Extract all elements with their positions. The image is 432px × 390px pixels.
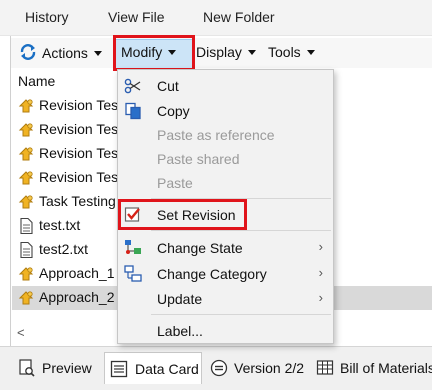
list-item-label: Approach_2 xyxy=(39,289,115,305)
list-item-label: test.txt xyxy=(39,217,81,233)
menu-item-set-revision[interactable]: Set Revision xyxy=(118,203,333,227)
item-hand-icon xyxy=(17,121,35,139)
bottom-tab-bar: Preview Data Card Version 2/2 Bill of Ma… xyxy=(0,346,432,390)
new-folder-menu[interactable]: New Folder xyxy=(203,9,275,25)
tab-preview[interactable]: Preview xyxy=(18,352,100,384)
item-hand-icon xyxy=(17,169,35,187)
menu-separator xyxy=(151,230,331,231)
menu-item-change-category[interactable]: Change Category › xyxy=(118,262,333,286)
name-column-header[interactable]: Name xyxy=(18,73,55,89)
menu-item-label-label: Label... xyxy=(157,323,203,339)
item-hand-icon xyxy=(17,265,35,283)
menu-item-cut[interactable]: Cut xyxy=(118,74,333,98)
chevron-down-icon xyxy=(168,50,177,55)
tools-label: Tools xyxy=(268,44,301,60)
state-flow-icon xyxy=(125,240,141,254)
list-item-label: Revision Tes xyxy=(39,169,119,185)
list-item-label: Revision Tes xyxy=(39,97,119,113)
menu-item-copy-label: Copy xyxy=(157,103,190,119)
menu-item-change-category-label: Change Category xyxy=(157,266,267,282)
tab-preview-label: Preview xyxy=(42,360,92,376)
chevron-down-icon xyxy=(247,50,256,55)
item-hand-icon xyxy=(17,193,35,211)
tab-bill-of-materials-label: Bill of Materials xyxy=(340,360,432,376)
list-item-label: Task Testing xyxy=(39,193,116,209)
menu-item-paste-as-reference-label: Paste as reference xyxy=(157,127,275,143)
submenu-arrow-icon: › xyxy=(318,265,323,280)
display-button[interactable]: Display xyxy=(196,44,256,60)
refresh-icon xyxy=(20,44,36,60)
menu-separator xyxy=(151,198,331,199)
actions-button[interactable]: Actions xyxy=(18,43,102,61)
list-item-label: Revision Tes xyxy=(39,145,119,161)
document-icon xyxy=(17,217,35,235)
scroll-left-icon[interactable]: < xyxy=(17,325,25,340)
menu-item-update[interactable]: Update › xyxy=(118,287,333,311)
modify-label: Modify xyxy=(121,44,163,60)
menu-separator xyxy=(151,314,331,315)
menu-item-copy[interactable]: Copy xyxy=(118,99,333,123)
category-icon xyxy=(124,265,142,282)
tab-version[interactable]: Version 2/2 xyxy=(210,352,310,384)
list-item-label: test2.txt xyxy=(39,241,89,257)
list-item-label: Revision Tes xyxy=(39,121,119,137)
item-hand-icon xyxy=(17,289,35,307)
display-label: Display xyxy=(196,44,242,60)
menu-item-set-revision-label: Set Revision xyxy=(157,207,236,223)
actions-label: Actions xyxy=(42,45,88,61)
menu-item-paste-as-reference: Paste as reference xyxy=(118,123,333,147)
submenu-arrow-icon: › xyxy=(318,290,323,305)
tab-data-card-label: Data Card xyxy=(135,361,199,377)
document-icon xyxy=(17,241,35,259)
menu-item-paste-label: Paste xyxy=(157,175,193,191)
scissors-icon xyxy=(124,78,141,94)
menu-item-paste: Paste xyxy=(118,171,333,195)
item-hand-icon xyxy=(17,97,35,115)
tools-button[interactable]: Tools xyxy=(268,44,315,60)
menu-item-change-state[interactable]: Change State › xyxy=(118,236,333,260)
tab-data-card[interactable]: Data Card xyxy=(104,352,202,384)
top-menu-bar: History View File New Folder xyxy=(0,0,432,36)
copy-icon xyxy=(125,102,141,120)
tab-bill-of-materials[interactable]: Bill of Materials xyxy=(316,352,432,384)
tab-version-label: Version 2/2 xyxy=(234,360,305,376)
menu-item-cut-label: Cut xyxy=(157,78,179,94)
history-menu[interactable]: History xyxy=(25,9,69,25)
list-item-label: Approach_1 xyxy=(39,265,115,281)
view-file-menu[interactable]: View File xyxy=(108,9,165,25)
panel-border xyxy=(10,36,11,346)
chevron-down-icon xyxy=(93,51,102,56)
version-icon xyxy=(210,359,228,377)
preview-icon xyxy=(19,359,35,377)
submenu-arrow-icon: › xyxy=(318,239,323,254)
menu-item-paste-shared: Paste shared xyxy=(118,147,333,171)
item-hand-icon xyxy=(17,145,35,163)
modify-button[interactable]: Modify xyxy=(121,44,177,60)
menu-item-paste-shared-label: Paste shared xyxy=(157,151,240,167)
table-icon xyxy=(316,360,334,375)
menu-item-update-label: Update xyxy=(157,291,203,307)
menu-item-change-state-label: Change State xyxy=(157,240,243,256)
menu-item-label[interactable]: Label... xyxy=(118,319,333,343)
modify-dropdown-menu: Cut Copy Paste as reference Paste shared… xyxy=(117,69,334,344)
checkbox-checked-icon xyxy=(124,207,140,222)
chevron-down-icon xyxy=(306,50,315,55)
data-card-icon xyxy=(110,360,128,378)
